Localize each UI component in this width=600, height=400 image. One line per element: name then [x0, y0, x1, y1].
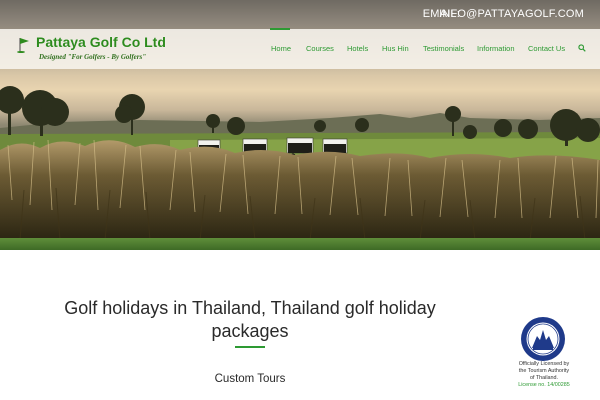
- nav-information[interactable]: Information: [477, 44, 515, 53]
- search-icon[interactable]: [578, 44, 586, 52]
- logo-tagline: Designed "For Golfers - By Golfers": [39, 53, 147, 61]
- license-number: License no. 14/00285: [518, 382, 570, 388]
- tourism-authority-seal-icon: [521, 317, 565, 361]
- top-contact-bar: EMAIL: INFO@PATTAYAGOLF.COM: [0, 0, 600, 29]
- license-line-1: Officially Licensed by: [518, 361, 570, 367]
- license-line-2: the Tourism Authority: [518, 368, 570, 374]
- fairway-strip: [0, 238, 600, 250]
- headline-divider: [235, 346, 265, 348]
- logo-name: Pattaya Golf Co Ltd: [36, 34, 166, 50]
- license-note: Officially Licensed by the Tourism Autho…: [508, 361, 580, 389]
- email-link[interactable]: INFO@PATTAYAGOLF.COM: [439, 8, 584, 20]
- nav-testimonials[interactable]: Testimonials: [423, 44, 464, 53]
- page-headline: Golf holidays in Thailand, Thailand golf…: [64, 298, 436, 341]
- nav-contact-us[interactable]: Contact Us: [528, 44, 565, 53]
- nav-hotels[interactable]: Hotels: [347, 44, 368, 53]
- section-subheading: Custom Tours: [214, 373, 286, 385]
- site-logo[interactable]: Pattaya Golf Co Ltd Designed "For Golfer…: [16, 34, 191, 67]
- nav-home[interactable]: Home: [271, 44, 291, 53]
- nav-hus-hin[interactable]: Hus Hin: [382, 44, 409, 53]
- license-line-3: of Thailand.: [529, 375, 559, 381]
- active-tab-indicator: [270, 28, 290, 30]
- nav-courses[interactable]: Courses: [306, 44, 334, 53]
- golf-flag-icon: [17, 38, 29, 53]
